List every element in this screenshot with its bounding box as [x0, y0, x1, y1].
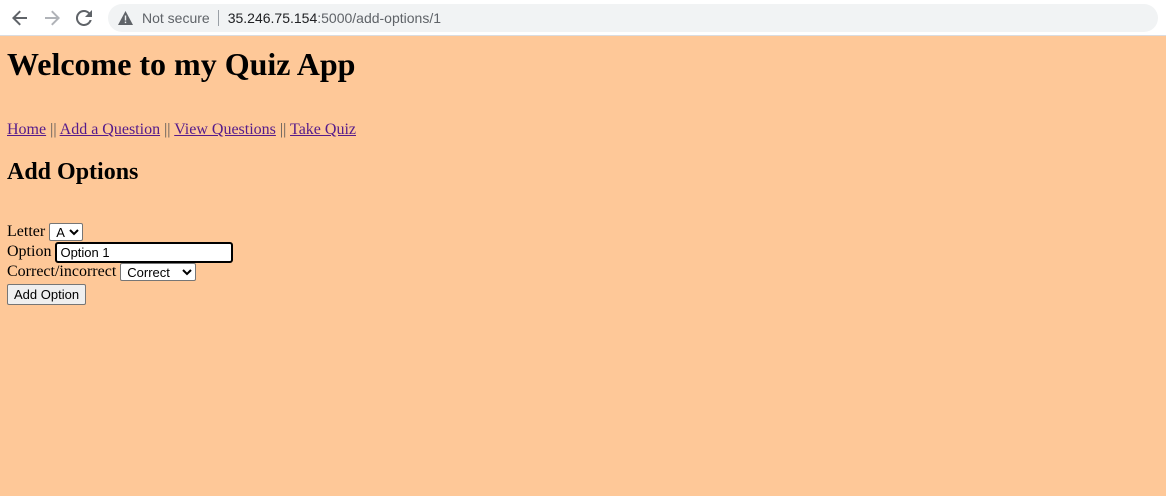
nav-link-take-quiz[interactable]: Take Quiz — [290, 121, 356, 138]
address-bar[interactable]: Not secure 35.246.75.154:5000/add-option… — [108, 4, 1158, 32]
page-title: Welcome to my Quiz App — [7, 46, 356, 82]
address-divider — [217, 10, 219, 26]
nav-separator: || — [50, 121, 57, 138]
option-label: Option — [7, 243, 52, 260]
submit-row: Add Option — [7, 283, 233, 305]
nav-separator: || — [279, 121, 287, 138]
correct-row: Correct/incorrect Correct — [7, 262, 233, 282]
url-path: :5000/add-options/1 — [317, 10, 441, 26]
section-heading: Add Options — [7, 159, 139, 185]
letter-select[interactable]: A — [49, 223, 84, 241]
warning-icon — [117, 10, 133, 26]
correct-label: Correct/incorrect — [7, 263, 117, 280]
back-arrow-icon[interactable] — [9, 7, 31, 29]
letter-row: Letter A — [7, 222, 233, 242]
nav-links: Home || Add a Question || View Questions… — [7, 121, 356, 139]
browser-toolbar: Not secure 35.246.75.154:5000/add-option… — [0, 0, 1166, 36]
nav-link-add-question[interactable]: Add a Question — [60, 121, 160, 138]
add-option-button[interactable]: Add Option — [7, 283, 87, 305]
page-body: Welcome to my Quiz App Home || Add a Que… — [0, 36, 1166, 496]
letter-label: Letter — [7, 223, 46, 240]
nav-separator: || — [164, 121, 171, 138]
security-label: Not secure — [142, 10, 210, 26]
option-text-input[interactable] — [55, 241, 234, 263]
forward-arrow-icon[interactable] — [41, 7, 63, 29]
option-row: Option — [7, 241, 234, 263]
reload-icon[interactable] — [73, 7, 95, 29]
correct-select[interactable]: Correct — [120, 263, 197, 281]
nav-link-view-questions[interactable]: View Questions — [174, 121, 276, 138]
url-host: 35.246.75.154 — [227, 10, 318, 26]
add-option-form: Letter A Option Correct/incorrect Correc… — [7, 222, 234, 305]
nav-link-home[interactable]: Home — [7, 121, 46, 138]
